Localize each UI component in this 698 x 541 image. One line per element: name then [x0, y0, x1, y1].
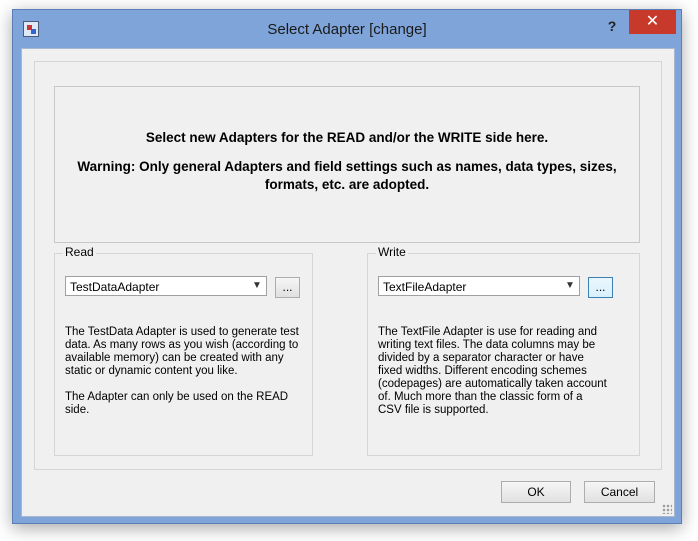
read-description: The TestData Adapter is used to generate…: [65, 326, 299, 416]
write-adapter-select[interactable]: TextFileAdapter ▼: [378, 276, 580, 296]
resize-grip[interactable]: [662, 504, 672, 514]
write-adapter-value: TextFileAdapter: [383, 280, 467, 294]
write-browse-button[interactable]: ...: [588, 277, 613, 298]
close-button[interactable]: ✕: [629, 10, 676, 34]
chevron-down-icon: ▼: [252, 280, 262, 291]
write-group: Write TextFileAdapter ▼ ... The TextFile…: [367, 245, 640, 456]
close-icon: ✕: [645, 13, 660, 30]
read-browse-button[interactable]: ...: [275, 277, 300, 298]
help-button[interactable]: ?: [601, 16, 623, 36]
info-warning: Warning: Only general Adapters and field…: [77, 159, 617, 192]
info-heading: Select new Adapters for the READ and/or …: [145, 130, 549, 145]
info-panel: Select new Adapters for the READ and/or …: [54, 86, 640, 243]
title-bar[interactable]: Select Adapter [change] ? ✕: [13, 10, 681, 48]
window-title: Select Adapter [change]: [267, 21, 427, 38]
read-adapter-value: TestDataAdapter: [70, 280, 160, 294]
dialog-window: Select Adapter [change] ? ✕ Select new A…: [12, 9, 682, 524]
dialog-client-area: Select new Adapters for the READ and/or …: [21, 48, 675, 517]
write-description: The TextFile Adapter is use for reading …: [378, 326, 607, 416]
chevron-down-icon: ▼: [565, 280, 575, 291]
read-group-label: Read: [63, 245, 96, 259]
read-adapter-select[interactable]: TestDataAdapter ▼: [65, 276, 267, 296]
ok-button[interactable]: OK: [501, 481, 571, 503]
read-group: Read TestDataAdapter ▼ ... The TestData …: [54, 245, 313, 456]
cancel-button[interactable]: Cancel: [584, 481, 655, 503]
write-group-label: Write: [376, 245, 408, 259]
